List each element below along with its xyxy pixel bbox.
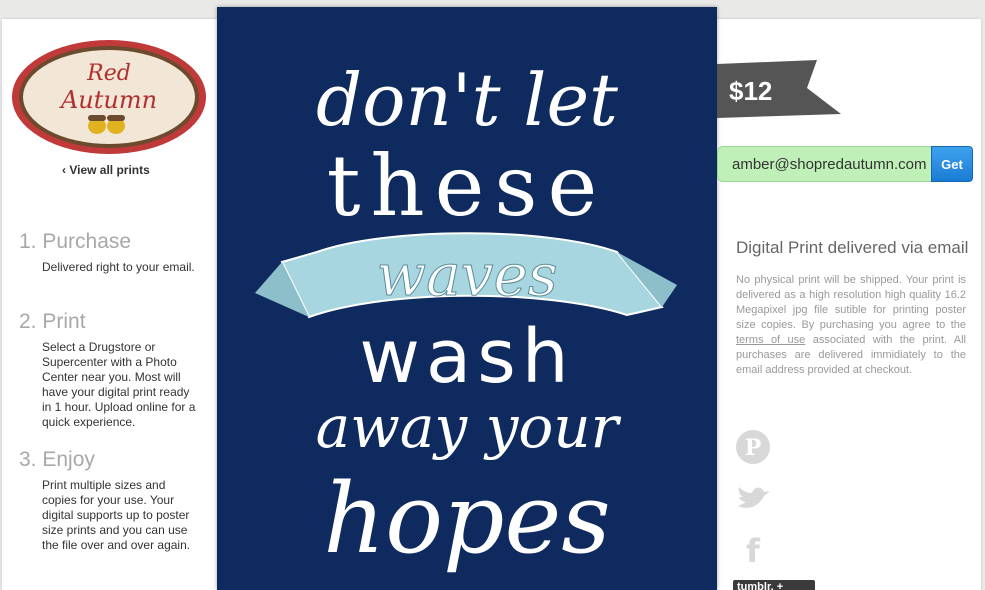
step-title: 3. Enjoy bbox=[19, 448, 95, 471]
twitter-icon[interactable] bbox=[734, 480, 772, 518]
step-description: Print multiple sizes and copies for your… bbox=[42, 478, 191, 552]
step-description: Delivered right to your email. bbox=[42, 260, 195, 274]
tumblr-share-button[interactable]: tumblr. + bbox=[733, 580, 815, 590]
delivery-desc-text: No physical print will be shipped. Your … bbox=[736, 274, 966, 331]
delivery-title: Digital Print delivered via email bbox=[736, 238, 969, 257]
get-button[interactable]: Get bbox=[931, 146, 973, 182]
price-label: $12 bbox=[729, 76, 772, 106]
poster-line-waves: waves bbox=[376, 241, 557, 309]
email-field-wrapper bbox=[717, 146, 931, 182]
delivery-description: No physical print will be shipped. Your … bbox=[736, 273, 966, 378]
poster-line-these: these bbox=[327, 137, 607, 235]
svg-text:f: f bbox=[746, 532, 761, 568]
facebook-icon[interactable]: f bbox=[734, 530, 772, 568]
logo-text-red: Red bbox=[86, 61, 131, 86]
email-field[interactable] bbox=[718, 147, 931, 181]
poster-line-away-your: away your bbox=[316, 393, 622, 461]
poster-line-wash: wash bbox=[359, 314, 574, 400]
poster-line-dont-let: don't let bbox=[316, 58, 619, 142]
svg-text:P: P bbox=[745, 435, 762, 461]
print-poster-image: don't let these waves wash away your hop… bbox=[217, 7, 717, 590]
step-title: 1. Purchase bbox=[19, 230, 132, 253]
red-autumn-logo[interactable]: Red Autumn bbox=[10, 38, 208, 156]
price-tag: $12 bbox=[717, 60, 841, 118]
step-title: 2. Print bbox=[19, 310, 86, 333]
terms-of-use-link[interactable]: terms of use bbox=[736, 334, 805, 346]
step-description: Select a Drugstore or Supercenter with a… bbox=[42, 340, 196, 429]
step-print: 2. Print Select a Drugstore or Supercent… bbox=[19, 310, 199, 430]
poster-line-hopes: hopes bbox=[323, 463, 610, 575]
step-enjoy: 3. Enjoy Print multiple sizes and copies… bbox=[19, 448, 199, 553]
logo-text-autumn: Autumn bbox=[59, 86, 157, 114]
step-purchase: 1. Purchase Delivered right to your emai… bbox=[19, 230, 199, 275]
pinterest-icon[interactable]: P bbox=[734, 428, 772, 466]
view-all-prints-link[interactable]: ‹ View all prints bbox=[62, 163, 150, 177]
